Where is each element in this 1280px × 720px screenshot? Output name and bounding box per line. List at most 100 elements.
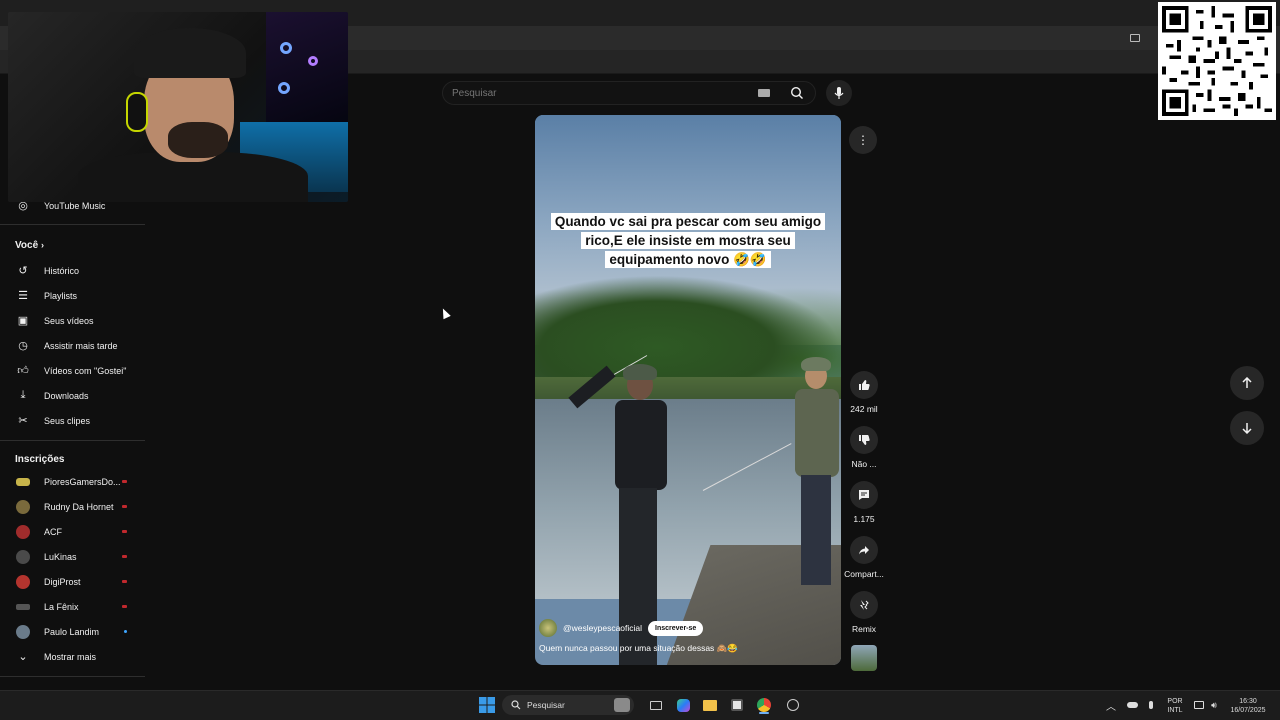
remix-icon xyxy=(860,600,869,610)
comments-action[interactable]: 1.175 xyxy=(834,481,894,524)
sidebar-item-liked-videos[interactable]: 👍︎ Vídeos com "Gostei" xyxy=(0,358,145,383)
sidebar-item-label: LuKinas xyxy=(44,551,77,562)
more-vert-icon: ⋮ xyxy=(857,133,869,147)
input-language[interactable]: POR INTL xyxy=(1162,697,1188,715)
microphone-icon[interactable] xyxy=(1142,696,1160,714)
channel-avatar[interactable] xyxy=(539,619,557,637)
sidebar-item-label: Playlists xyxy=(44,290,78,301)
arrow-down-icon xyxy=(1242,423,1252,434)
clock-time: 16:30 xyxy=(1239,698,1257,705)
sidebar-item-subscription[interactable]: PioresGamersDo... xyxy=(0,469,145,494)
app-icon[interactable] xyxy=(784,696,802,714)
previous-video-button[interactable] xyxy=(1230,366,1264,400)
onedrive-icon[interactable] xyxy=(1123,696,1141,714)
taskbar-search-label: Pesquisar xyxy=(527,700,565,710)
microsoft-store-icon[interactable] xyxy=(728,696,746,714)
share-button[interactable] xyxy=(850,536,878,564)
show-more-button[interactable]: ⌄ Mostrar mais xyxy=(0,644,145,669)
audio-source-thumbnail[interactable] xyxy=(851,645,877,671)
search-input[interactable] xyxy=(452,87,742,99)
share-icon xyxy=(859,546,869,555)
sidebar-item-watch-later[interactable]: ◷ Assistir mais tarde xyxy=(0,333,145,358)
dislike-action[interactable]: Não ... xyxy=(834,426,894,469)
windows-logo-icon xyxy=(479,697,495,713)
comments-button[interactable] xyxy=(850,481,878,509)
windows-start-button[interactable] xyxy=(478,696,496,714)
remix-action[interactable]: Remix xyxy=(834,591,894,634)
liked-icon: 👍︎ xyxy=(17,365,29,377)
like-button[interactable] xyxy=(850,371,878,399)
sidebar-item-history[interactable]: ↺ Histórico xyxy=(0,258,145,283)
sidebar-divider xyxy=(0,676,145,677)
sidebar-divider xyxy=(0,224,145,225)
playlists-icon: ☰ xyxy=(18,290,28,302)
watch-later-icon: ◷ xyxy=(18,340,28,352)
sidebar-item-your-videos[interactable]: ▣ Seus vídeos xyxy=(0,308,145,333)
shorts-video-player[interactable]: Quando vc sai pra pescar com seu amigo r… xyxy=(535,115,841,665)
sidebar-item-subscription[interactable]: LuKinas xyxy=(0,544,145,569)
sidebar-item-label: Downloads xyxy=(44,390,89,401)
sidebar-item-subscription[interactable]: Paulo Landim xyxy=(0,619,145,644)
new-content-indicator xyxy=(122,530,127,533)
remix-label: Remix xyxy=(851,624,877,634)
volume-icon[interactable]: 🔊︎ xyxy=(1205,696,1223,714)
keyboard-layout: INTL xyxy=(1167,707,1183,714)
your-videos-icon: ▣ xyxy=(17,315,29,327)
new-content-indicator xyxy=(122,505,127,508)
sidebar-heading-you[interactable]: Você › xyxy=(15,240,44,251)
active-app-indicator xyxy=(759,712,769,714)
sidebar-item-playlists[interactable]: ☰ Playlists xyxy=(0,283,145,308)
more-options-button[interactable]: ⋮ xyxy=(849,126,877,154)
sidebar-item-subscription[interactable]: ACF xyxy=(0,519,145,544)
task-view-icon[interactable] xyxy=(647,696,665,714)
subscribe-button[interactable]: Inscrever-se xyxy=(648,620,704,636)
you-heading-label: Você xyxy=(15,240,39,251)
remix-button[interactable] xyxy=(850,591,878,619)
sidebar-item-label: Seus vídeos xyxy=(44,315,94,326)
clock[interactable]: 16:30 16/07/2025 xyxy=(1222,697,1274,715)
sidebar-item-subscription[interactable]: Rudny Da Hornet xyxy=(0,494,145,519)
sidebar-heading-subscriptions: Inscrições xyxy=(15,454,65,465)
sidebar-item-label: Assistir mais tarde xyxy=(44,340,118,351)
voice-search-button[interactable] xyxy=(826,80,852,106)
sidebar-item-label: Seus clipes xyxy=(44,415,91,426)
copilot-icon[interactable] xyxy=(674,696,692,714)
chevron-down-icon: ⌄ xyxy=(18,651,28,663)
new-content-indicator xyxy=(122,480,127,483)
channel-avatar xyxy=(14,598,32,616)
sidebar-item-subscription[interactable]: DigiProst xyxy=(0,569,145,594)
channel-avatar xyxy=(14,548,32,566)
dislike-label: Não ... xyxy=(851,459,877,469)
cast-icon[interactable] xyxy=(1130,34,1140,42)
channel-avatar xyxy=(14,473,32,491)
sidebar-item-downloads[interactable]: ⤓ Downloads xyxy=(0,383,145,408)
share-label: Compart... xyxy=(844,569,884,579)
channel-name[interactable]: @wesleypescaoficial xyxy=(563,623,642,633)
comment-icon xyxy=(859,490,869,500)
clock-date: 16/07/2025 xyxy=(1230,707,1266,714)
video-description[interactable]: Quem nunca passou por uma situação dessa… xyxy=(539,643,738,654)
language-code: POR xyxy=(1167,698,1183,705)
show-more-label: Mostrar mais xyxy=(44,651,97,662)
taskbar-search[interactable]: Pesquisar xyxy=(502,695,634,715)
sidebar-item-label: DigiProst xyxy=(44,576,81,587)
dislike-button[interactable] xyxy=(850,426,878,454)
sidebar-item-label: YouTube Music xyxy=(44,200,106,211)
chevron-right-icon: › xyxy=(40,240,44,250)
new-content-indicator xyxy=(122,555,127,558)
search-highlight-icon xyxy=(614,698,630,712)
arrow-up-icon xyxy=(1242,377,1252,388)
sidebar-item-subscription[interactable]: La Fênix xyxy=(0,594,145,619)
qr-code xyxy=(1158,2,1276,120)
chevron-up-icon[interactable]: ︿ xyxy=(1102,696,1120,714)
next-video-button[interactable] xyxy=(1230,411,1264,445)
share-action[interactable]: Compart... xyxy=(834,536,894,579)
keyboard-icon[interactable] xyxy=(758,89,770,97)
download-icon: ⤓ xyxy=(20,389,26,401)
sidebar-item-clips[interactable]: ✂ Seus clipes xyxy=(0,408,145,433)
like-action[interactable]: 242 mil xyxy=(834,371,894,414)
file-explorer-icon[interactable] xyxy=(701,696,719,714)
sidebar-item-label: PioresGamersDo... xyxy=(44,476,121,487)
search-icon xyxy=(790,86,803,99)
search-button[interactable] xyxy=(778,81,816,105)
